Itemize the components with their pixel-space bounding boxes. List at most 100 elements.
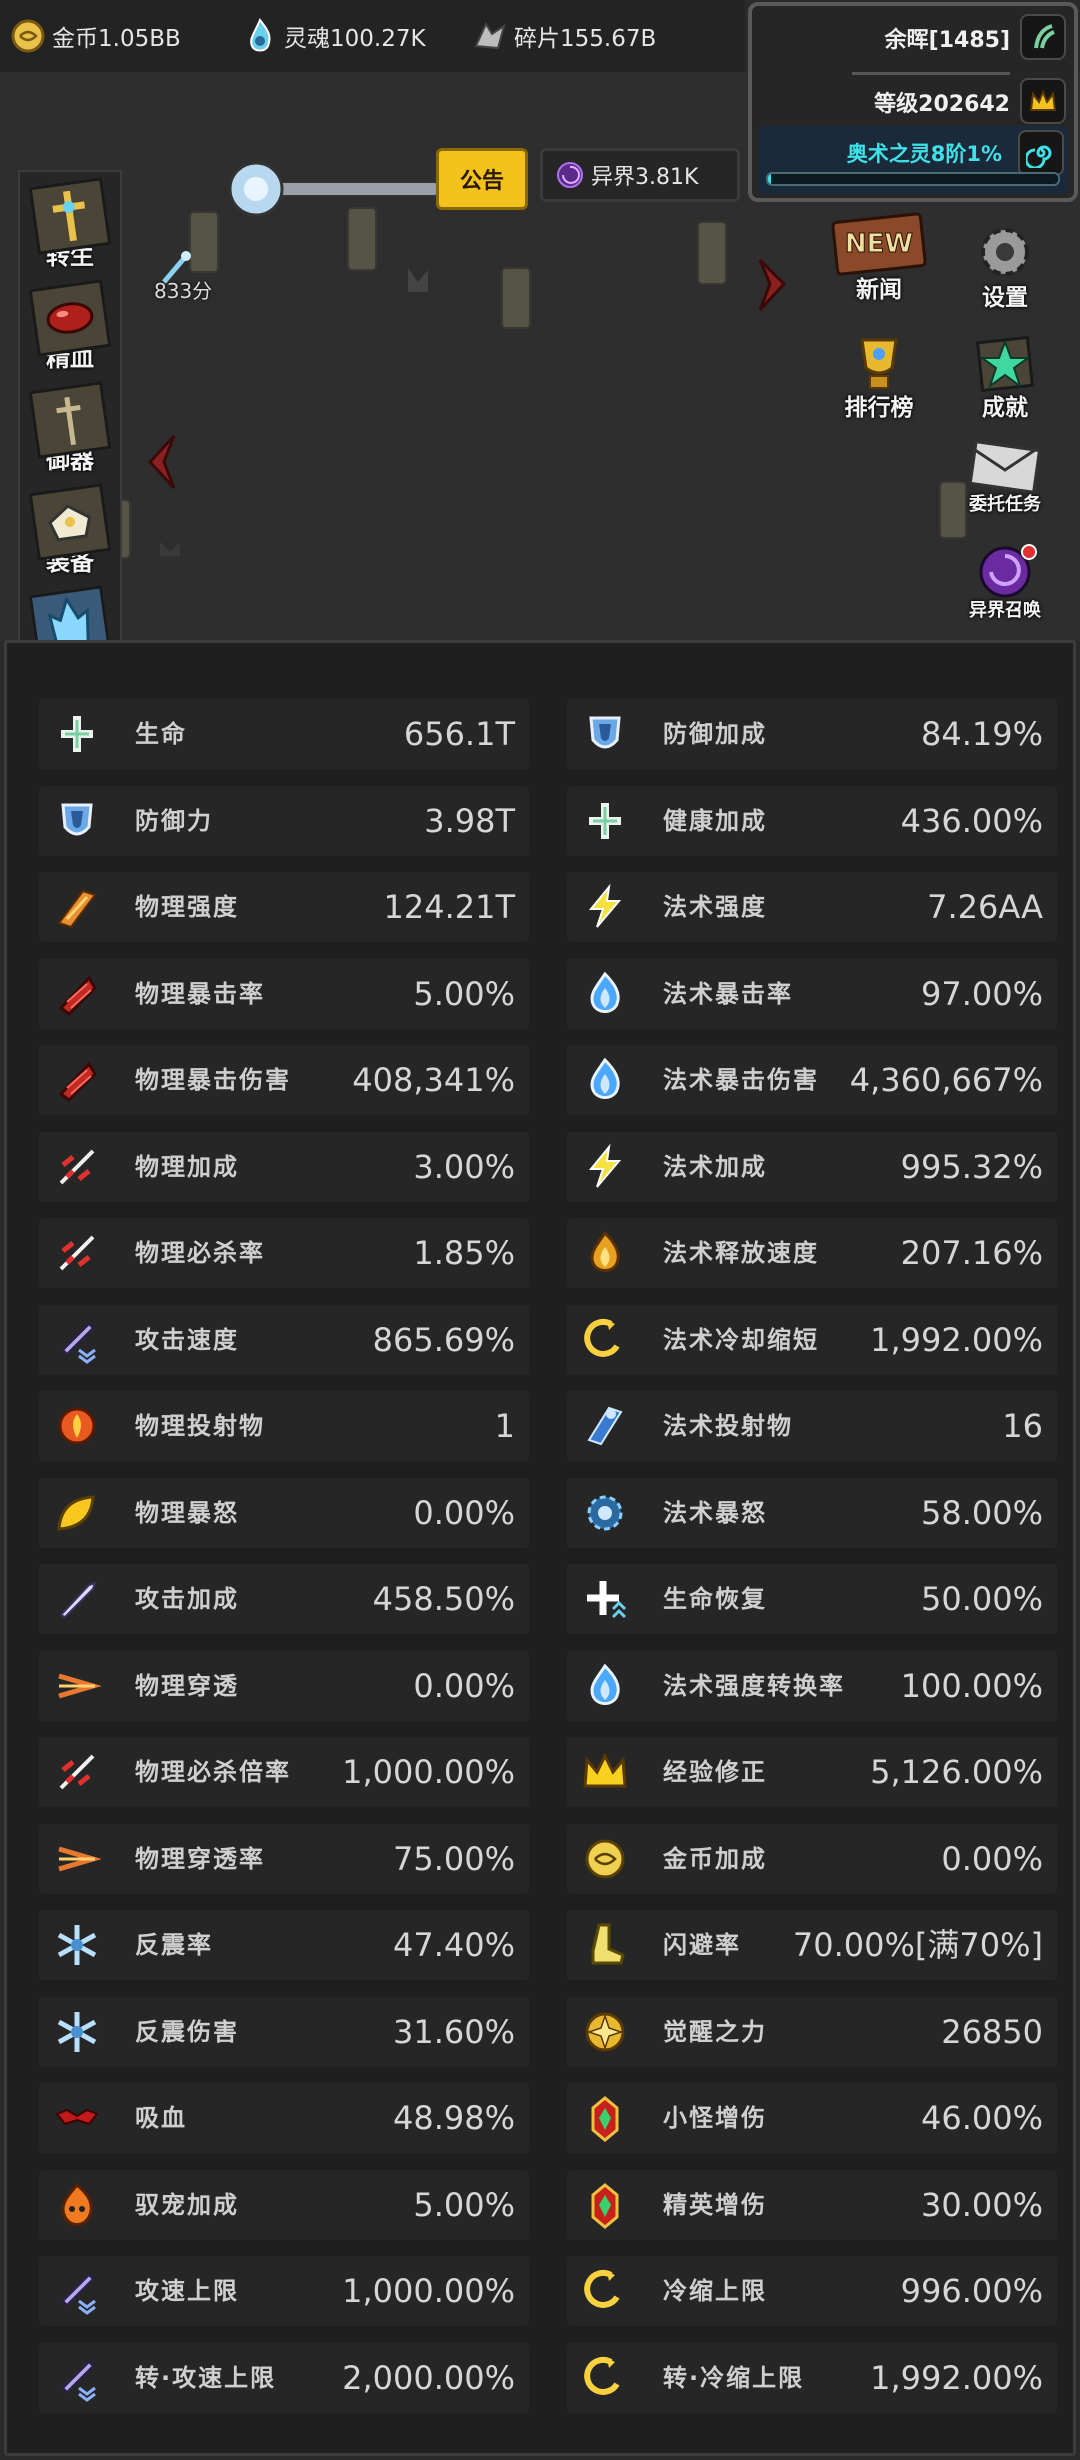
stat-row[interactable]: 攻击加成 458.50% xyxy=(39,1564,529,1634)
stat-name: 物理必杀倍率 xyxy=(135,1758,291,1786)
crown-icon[interactable] xyxy=(1020,78,1066,124)
stat-row[interactable]: 精英增伤 30.00% xyxy=(567,2169,1057,2240)
ranking-button[interactable]: 排行榜 xyxy=(824,334,934,434)
stat-row[interactable]: 法术暴击伤害 4,360,667% xyxy=(567,1045,1057,1115)
stat-value: 5.00% xyxy=(413,974,515,1013)
stat-row[interactable]: 物理穿透 0.00% xyxy=(39,1650,529,1721)
panel-divider xyxy=(852,72,1010,75)
quest-label: 委托任务 xyxy=(969,494,1041,515)
settings-button[interactable]: 设置 xyxy=(950,220,1060,320)
stat-name: 物理暴怒 xyxy=(135,1498,239,1527)
stat-name: 法术释放速度 xyxy=(663,1239,819,1267)
stat-row[interactable]: 经验修正 5,126.00% xyxy=(567,1737,1057,1807)
stat-row[interactable]: 物理投射物 1 xyxy=(39,1391,529,1461)
stat-row[interactable]: 物理穿透率 75.00% xyxy=(39,1823,529,1894)
stat-row[interactable]: 生命 656.1T xyxy=(39,699,529,769)
shield-icon xyxy=(581,710,629,758)
stat-row[interactable]: 物理暴击率 5.00% xyxy=(39,958,529,1029)
stat-value: 0.00% xyxy=(413,1493,515,1532)
stat-row[interactable]: 物理强度 124.21T xyxy=(39,872,529,942)
news-icon: NEW xyxy=(831,212,927,276)
stat-row[interactable]: 闪避率 70.00%[满70%] xyxy=(567,1910,1057,1980)
stat-row[interactable]: 觉醒之力 26850 xyxy=(567,1996,1057,2067)
rebirth-icon xyxy=(28,177,112,255)
stat-value: 2,000.00% xyxy=(342,2358,515,2397)
menu-rebirth[interactable]: 转生 xyxy=(18,177,122,282)
weapon-icon xyxy=(28,381,112,459)
summon-label: 异界召唤 xyxy=(969,600,1041,621)
stat-row[interactable]: 物理暴击伤害 408,341% xyxy=(39,1045,529,1115)
stat-row[interactable]: 物理暴怒 0.00% xyxy=(39,1477,529,1548)
menu-essence[interactable]: 精血 xyxy=(18,279,122,384)
stat-name: 物理穿透 xyxy=(135,1671,239,1700)
stat-value: 70.00%[满70%] xyxy=(792,1926,1043,1964)
stat-row[interactable]: 法术强度 7.26AA xyxy=(567,872,1057,942)
stat-row[interactable]: 冷缩上限 996.00% xyxy=(567,2256,1057,2326)
menu-equipment[interactable]: 装备 xyxy=(18,483,122,588)
stat-row[interactable]: 物理必杀倍率 1,000.00% xyxy=(39,1737,529,1807)
stat-row[interactable]: 健康加成 436.00% xyxy=(567,785,1057,856)
stat-name: 金币加成 xyxy=(663,1844,767,1873)
health-cross-icon xyxy=(53,710,101,758)
stat-name: 法术暴击率 xyxy=(663,979,793,1008)
stat-value: 0.00% xyxy=(941,1839,1043,1878)
sword-speed-icon xyxy=(53,2354,101,2402)
shard-amount: 碎片155.67B xyxy=(514,26,657,52)
achievement-button[interactable]: 成就 xyxy=(950,334,1060,434)
stat-row[interactable]: 防御加成 84.19% xyxy=(567,699,1057,769)
otherworld-amount: 异界3.81K xyxy=(591,165,699,190)
arcane-spirit-panel[interactable]: 奥术之灵8阶1% xyxy=(758,126,1068,194)
penetration-icon xyxy=(53,1662,101,1710)
stat-value: 1,000.00% xyxy=(342,2272,515,2310)
stat-value: 1 xyxy=(494,1407,515,1445)
otherworld-counter[interactable]: 异界3.81K xyxy=(540,148,740,202)
stat-row[interactable]: 攻击速度 865.69% xyxy=(39,1304,529,1375)
stat-name: 转·冷缩上限 xyxy=(663,2363,805,2392)
stat-name: 物理暴击率 xyxy=(135,979,265,1008)
stat-row[interactable]: 金币加成 0.00% xyxy=(567,1823,1057,1894)
stat-value: 4,360,667% xyxy=(849,1061,1043,1099)
stat-row[interactable]: 法术投射物 16 xyxy=(567,1391,1057,1461)
stat-name: 攻击加成 xyxy=(135,1585,239,1613)
cooldown-icon xyxy=(581,2267,629,2315)
stat-row[interactable]: 物理必杀率 1.85% xyxy=(39,1218,529,1288)
player-level: 等级202642 xyxy=(874,92,1010,117)
notice-button[interactable]: 公告 xyxy=(436,148,528,210)
afterglow-icon[interactable] xyxy=(1020,14,1066,60)
stat-name: 物理投射物 xyxy=(135,1412,265,1440)
stat-row[interactable]: 法术冷却缩短 1,992.00% xyxy=(567,1304,1057,1375)
stat-row[interactable]: 法术暴怒 58.00% xyxy=(567,1477,1057,1548)
stat-row[interactable]: 驭宠加成 5.00% xyxy=(39,2169,529,2240)
player-panel: 余晖[1485] 等级202642 奥术之灵8阶1% xyxy=(748,2,1078,202)
stat-value: 5,126.00% xyxy=(870,1753,1043,1791)
news-button[interactable]: NEW 新闻 xyxy=(824,212,934,312)
stat-name: 物理强度 xyxy=(135,893,239,921)
stat-name: 法术投射物 xyxy=(663,1412,793,1440)
stat-row[interactable]: 小怪增伤 46.00% xyxy=(567,2083,1057,2153)
stat-row[interactable]: 吸血 48.98% xyxy=(39,2083,529,2153)
stat-name: 吸血 xyxy=(135,2104,187,2132)
stat-row[interactable]: 法术加成 995.32% xyxy=(567,1131,1057,1202)
monster-icon xyxy=(581,2094,629,2142)
stat-row[interactable]: 反震率 47.40% xyxy=(39,1910,529,1980)
stat-name: 防御加成 xyxy=(663,720,767,748)
stat-row[interactable]: 转·冷缩上限 1,992.00% xyxy=(567,2342,1057,2413)
stat-row[interactable]: 法术释放速度 207.16% xyxy=(567,1218,1057,1288)
stat-row[interactable]: 反震伤害 31.60% xyxy=(39,1996,529,2067)
stat-row[interactable]: 转·攻速上限 2,000.00% xyxy=(39,2342,529,2413)
stat-value: 97.00% xyxy=(920,974,1043,1013)
menu-weapon[interactable]: 御器 xyxy=(18,381,122,486)
bat-icon xyxy=(53,2094,101,2142)
scene-arrow-left[interactable] xyxy=(147,434,176,490)
stat-row[interactable]: 生命恢复 50.00% xyxy=(567,1564,1057,1634)
stat-row[interactable]: 法术暴击率 97.00% xyxy=(567,958,1057,1029)
stat-row[interactable]: 攻速上限 1,000.00% xyxy=(39,2256,529,2326)
stat-row[interactable]: 防御力 3.98T xyxy=(39,785,529,856)
stat-value: 84.19% xyxy=(920,715,1043,753)
stat-row[interactable]: 法术强度转换率 100.00% xyxy=(567,1650,1057,1721)
summon-button[interactable]: 异界召唤 xyxy=(950,538,1060,638)
stat-value: 16 xyxy=(1002,1407,1043,1445)
scene-arrow-right[interactable] xyxy=(758,258,787,312)
quest-button[interactable]: 委托任务 xyxy=(950,436,1060,536)
stat-row[interactable]: 物理加成 3.00% xyxy=(39,1131,529,1202)
